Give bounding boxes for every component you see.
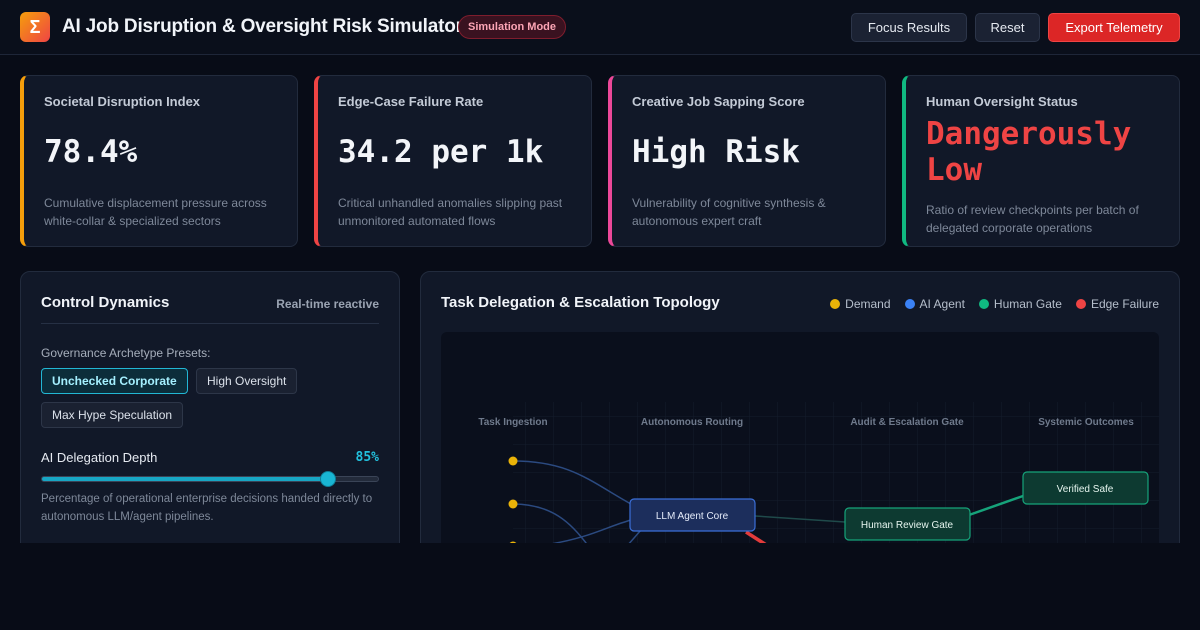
delegation-depth-slider[interactable] (41, 471, 379, 487)
edge-failure-dot-icon (1075, 299, 1086, 309)
metric-description: Critical unhandled anomalies slipping pa… (338, 196, 563, 228)
metric-title: Edge-Case Failure Rate (338, 94, 484, 109)
delegation-depth-description: Percentage of operational enterprise dec… (41, 493, 373, 523)
human-review-gate-label: Human Review Gate (861, 520, 954, 531)
preset-unchecked-corporate[interactable]: Unchecked Corporate (41, 368, 188, 394)
demand-node[interactable] (508, 456, 518, 466)
panel-title: Task Delegation & Escalation Topology (441, 294, 720, 311)
column-audit-escalation-gate: Audit & Escalation Gate (850, 417, 964, 428)
preset-max-hype-speculation[interactable]: Max Hype Speculation (41, 402, 184, 428)
metric-card-disruption: Societal Disruption Index 78.4% Cumulati… (20, 75, 298, 247)
legend-label: AI Agent (919, 297, 965, 311)
metric-value: Dangerously Low (926, 116, 1132, 188)
column-systemic-outcomes: Systemic Outcomes (1038, 417, 1134, 428)
delegation-depth-label: AI Delegation Depth (41, 450, 158, 465)
legend-label: Human Gate (993, 297, 1062, 311)
app-title: AI Job Disruption & Oversight Risk Simul… (62, 16, 463, 37)
metric-value: 78.4% (44, 134, 138, 170)
metric-description: Cumulative displacement pressure across … (44, 196, 267, 228)
preset-high-oversight[interactable]: High Oversight (196, 368, 298, 394)
topology-panel: Task Delegation & Escalation Topology De… (420, 271, 1180, 572)
legend-edge-failure: Edge Failure (1075, 297, 1159, 311)
metric-value: 34.2 per 1k (338, 134, 544, 170)
verified-safe-label: Verified Safe (1057, 484, 1114, 495)
metric-description: Ratio of review checkpoints per batch of… (926, 203, 1139, 235)
metric-title: Societal Disruption Index (44, 94, 201, 109)
legend-demand: Demand (830, 297, 891, 311)
legend-ai-agent: AI Agent (904, 297, 965, 311)
divider (41, 323, 379, 324)
legend-human-gate: Human Gate (978, 297, 1062, 311)
metric-title: Human Oversight Status (926, 94, 1078, 109)
simulation-mode-badge: Simulation Mode (458, 15, 566, 39)
panel-title: Control Dynamics (41, 294, 170, 311)
sigma-logo-icon: Σ (20, 12, 50, 42)
human-gate-dot-icon (978, 299, 989, 309)
metric-description: Vulnerability of cognitive synthesis & a… (632, 196, 826, 228)
ai-agent-dot-icon (904, 299, 915, 309)
presets-label: Governance Archetype Presets: (41, 346, 211, 360)
focus-results-button[interactable]: Focus Results (851, 13, 967, 42)
delegation-depth-value: 85% (355, 450, 379, 465)
metric-title: Creative Job Sapping Score (632, 94, 805, 109)
llm-agent-core-label: LLM Agent Core (656, 511, 729, 522)
top-bar: Σ AI Job Disruption & Oversight Risk Sim… (0, 0, 1200, 55)
realtime-tag: Real-time reactive (276, 297, 379, 311)
demand-dot-icon (830, 299, 841, 309)
slider-fill (42, 477, 328, 481)
metric-card-failure-rate: Edge-Case Failure Rate 34.2 per 1k Criti… (314, 75, 592, 247)
metric-card-creative-sapping: Creative Job Sapping Score High Risk Vul… (608, 75, 886, 247)
slider-thumb[interactable] (319, 471, 336, 487)
column-autonomous-routing: Autonomous Routing (641, 417, 743, 428)
topology-svg: Task Ingestion Autonomous Routing Audit … (478, 402, 1159, 572)
export-telemetry-button[interactable]: Export Telemetry (1048, 13, 1180, 42)
legend-label: Demand (845, 297, 891, 311)
demand-node[interactable] (508, 499, 518, 509)
topology-legend: Demand AI Agent Human Gate Edge Failure (830, 297, 1159, 311)
reset-button[interactable]: Reset (975, 13, 1040, 42)
metric-value: High Risk (632, 134, 800, 170)
topology-graph: Task Ingestion Autonomous Routing Audit … (441, 332, 1159, 572)
control-dynamics-panel: Control Dynamics Real-time reactive Gove… (20, 271, 400, 561)
metric-card-human-oversight: Human Oversight Status Dangerously Low R… (902, 75, 1180, 247)
legend-label: Edge Failure (1090, 297, 1159, 311)
page-footer-area (0, 543, 1200, 630)
column-task-ingestion: Task Ingestion (478, 417, 547, 428)
